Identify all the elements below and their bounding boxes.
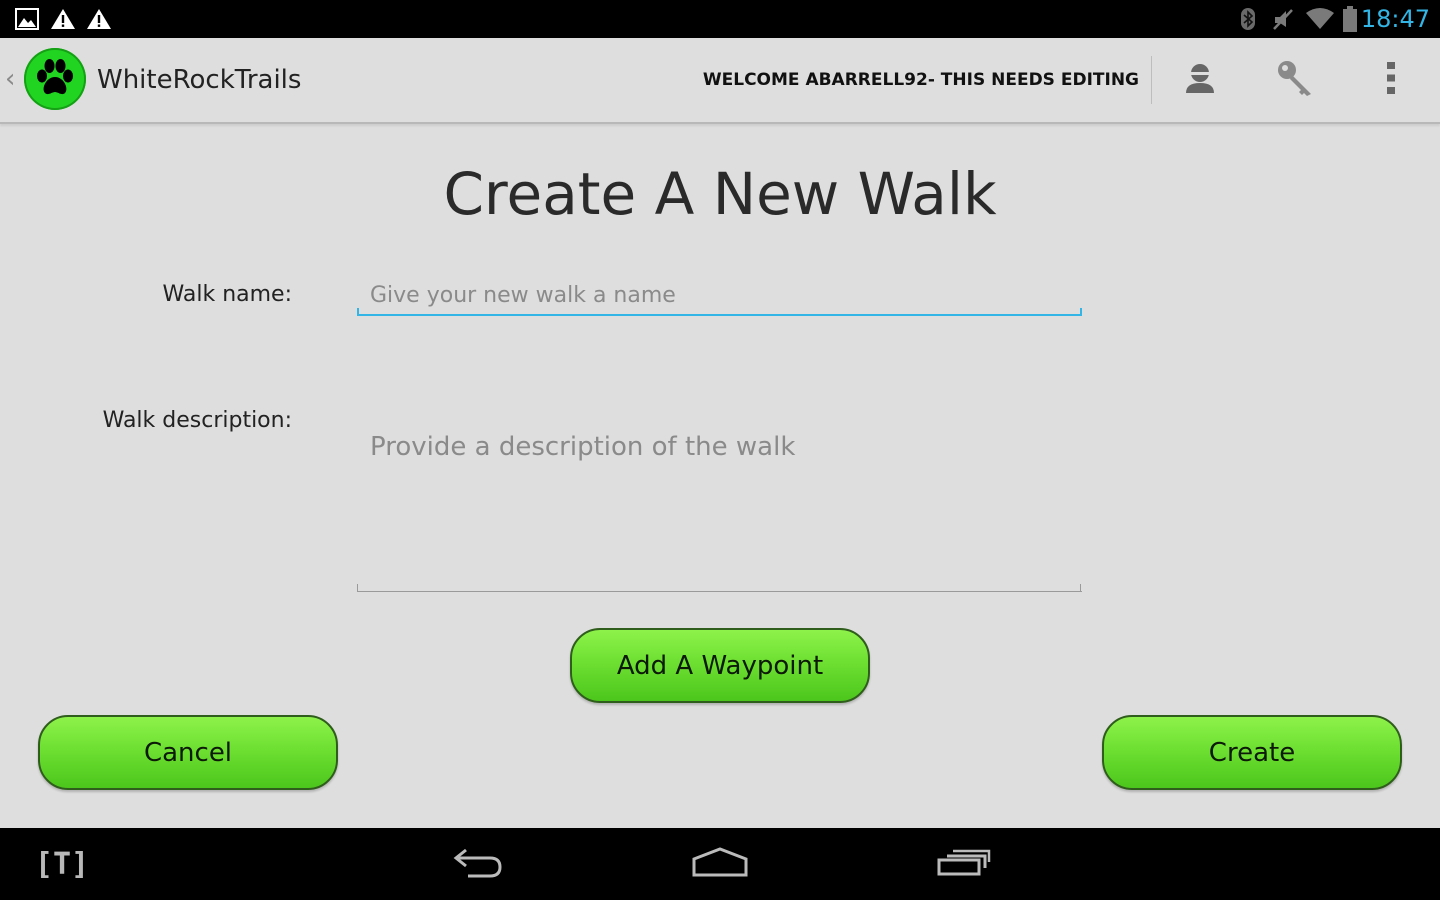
pinned-app-button[interactable]: [T] bbox=[24, 828, 100, 900]
up-navigation-icon[interactable]: ‹ bbox=[5, 64, 15, 94]
image-notification-icon bbox=[14, 0, 40, 38]
profile-icon bbox=[1183, 61, 1217, 99]
back-button[interactable] bbox=[440, 828, 516, 900]
text-app-icon: [T] bbox=[34, 846, 90, 882]
bluetooth-icon bbox=[1238, 0, 1258, 38]
walk-name-label: Walk name: bbox=[162, 282, 292, 307]
recent-apps-icon bbox=[937, 848, 991, 880]
key-icon bbox=[1275, 58, 1315, 102]
textarea-corner-left bbox=[357, 584, 358, 592]
navigation-bar: [T] bbox=[0, 828, 1440, 900]
home-button[interactable] bbox=[682, 828, 758, 900]
walk-description-label: Walk description: bbox=[102, 408, 292, 433]
battery-icon bbox=[1340, 0, 1360, 38]
welcome-message: WELCOME ABARRELL92- THIS NEEDS EDITING bbox=[702, 70, 1139, 90]
action-bar-divider bbox=[1151, 56, 1152, 104]
walk-description-input[interactable] bbox=[357, 426, 1082, 592]
home-icon bbox=[692, 847, 748, 881]
input-corner-left bbox=[357, 308, 359, 316]
status-bar: 18:47 bbox=[0, 0, 1440, 38]
overflow-menu-icon bbox=[1386, 61, 1396, 99]
action-bar: ‹ WhiteRockTrails WELCOME ABARRELL92- TH… bbox=[0, 38, 1440, 124]
walk-name-input[interactable] bbox=[357, 276, 1082, 316]
cancel-button[interactable]: Cancel bbox=[38, 715, 338, 790]
textarea-corner-right bbox=[1080, 584, 1081, 592]
back-icon bbox=[452, 846, 504, 882]
page-title: Create A New Walk bbox=[443, 160, 997, 228]
paw-logo-icon[interactable] bbox=[24, 48, 86, 110]
input-corner-right bbox=[1080, 308, 1082, 316]
recent-apps-button[interactable] bbox=[926, 828, 1002, 900]
wifi-icon bbox=[1304, 0, 1336, 38]
warning-icon bbox=[86, 0, 112, 38]
profile-button[interactable] bbox=[1155, 38, 1245, 122]
key-button[interactable] bbox=[1250, 38, 1340, 122]
create-button[interactable]: Create bbox=[1102, 715, 1402, 790]
mute-icon bbox=[1270, 0, 1296, 38]
overflow-menu-button[interactable] bbox=[1346, 38, 1436, 122]
warning-icon bbox=[50, 0, 76, 38]
app-title: WhiteRockTrails bbox=[97, 65, 302, 95]
status-clock: 18:47 bbox=[1360, 5, 1430, 33]
add-waypoint-button[interactable]: Add A Waypoint bbox=[570, 628, 870, 703]
